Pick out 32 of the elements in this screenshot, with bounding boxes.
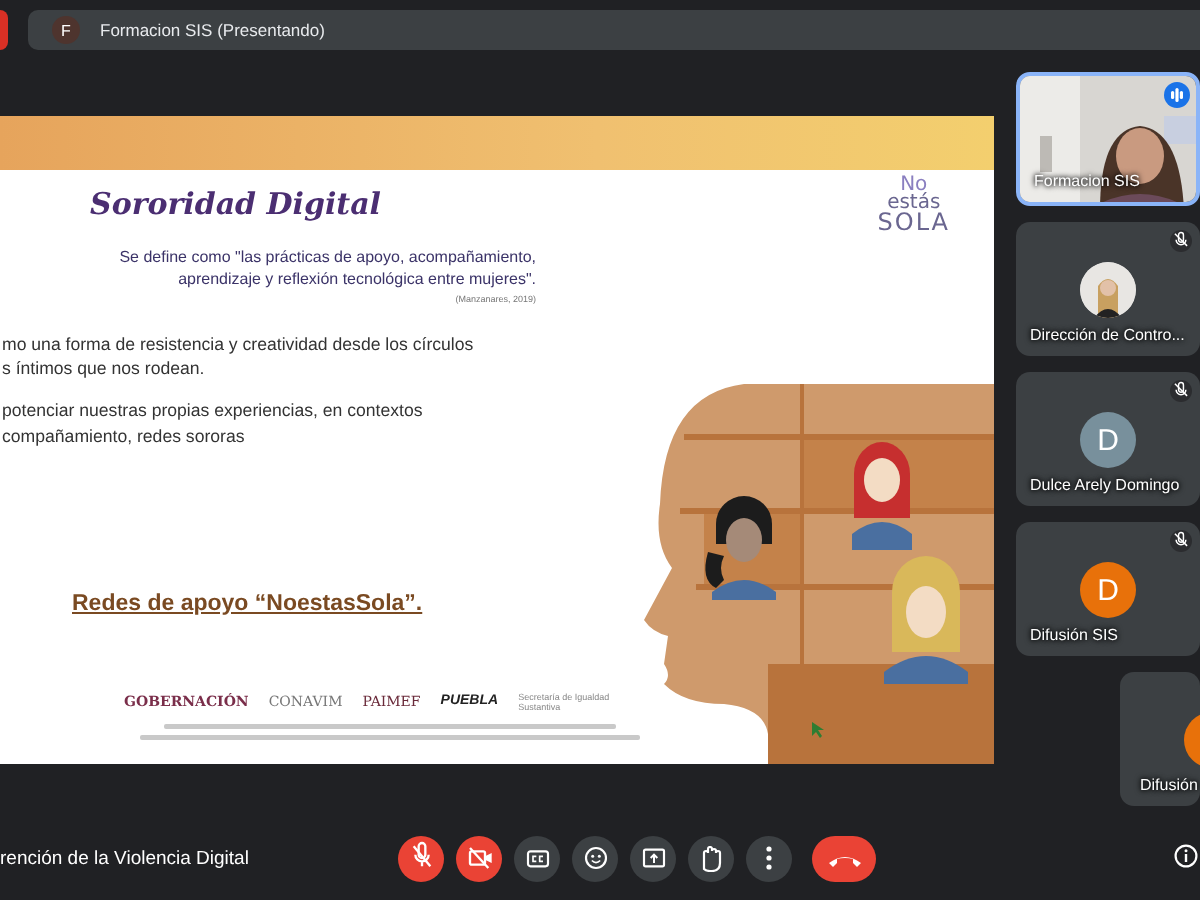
participant-name: Difusión (1140, 776, 1198, 794)
participant-tile[interactable]: Difusión (1120, 672, 1200, 806)
presenter-avatar: F (52, 16, 80, 44)
avatar: D (1080, 412, 1136, 468)
participant-name: Difusión SIS (1030, 626, 1119, 644)
avatar: D (1080, 562, 1136, 618)
meeting-title: rención de la Violencia Digital (0, 847, 251, 869)
info-icon[interactable] (1174, 844, 1198, 868)
more-options-button[interactable] (746, 835, 792, 881)
more-icon (766, 846, 772, 870)
participant-tile[interactable]: D Difusión SIS (1016, 522, 1200, 656)
mouse-cursor-icon (812, 722, 824, 738)
hand-icon (701, 845, 721, 871)
slide-title: Sororidad Digital (90, 186, 382, 222)
leave-call-button[interactable] (812, 835, 876, 881)
participant-tile[interactable]: D Dulce Arely Domingo (1016, 372, 1200, 506)
present-button[interactable] (630, 835, 676, 881)
alert-chip (0, 10, 8, 50)
raise-hand-button[interactable] (688, 835, 734, 881)
campaign-logo: No estás SOLA (877, 176, 950, 234)
definition-text: Se define como "las prácticas de apoyo, acompañamiento, aprendizaje y reflexión tecnológica entre mujeres". (117, 248, 536, 292)
participant-name: Dulce Arely Domingo (1030, 476, 1180, 494)
paragraph: mo una forma de resistencia y creatividad desde los círculos s íntimos que nos rodean. (2, 331, 476, 381)
reactions-button[interactable] (572, 835, 618, 881)
captions-button[interactable] (514, 835, 560, 881)
camera-button[interactable] (456, 835, 502, 881)
microphone-button[interactable] (398, 835, 444, 881)
paragraph: potenciar nuestras propias experiencias, en contextos compañamiento, redes sororas (2, 398, 425, 448)
participant-name: Dirección de Contro... (1030, 326, 1185, 344)
presenter-label: Formacion SIS (Presentando) (100, 20, 325, 40)
participant-tile[interactable]: Dirección de Contro... (1016, 222, 1200, 356)
avatar-photo (1080, 262, 1136, 318)
